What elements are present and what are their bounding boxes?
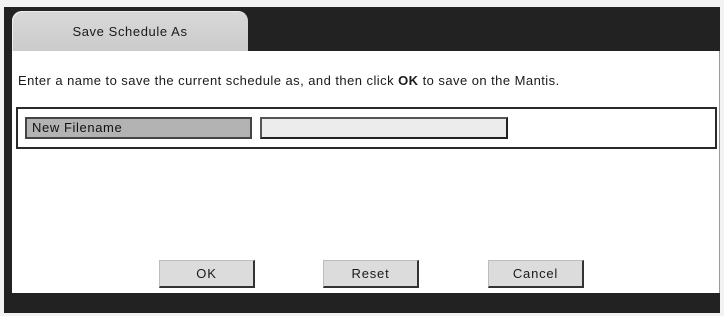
footer-bar — [4, 293, 720, 313]
dialog-frame: Save Schedule As Enter a name to save th… — [4, 7, 720, 313]
cancel-button[interactable]: Cancel — [488, 260, 584, 288]
filename-form: New Filename — [16, 107, 717, 149]
new-filename-input[interactable] — [260, 117, 508, 139]
dialog-panel: Enter a name to save the current schedul… — [12, 51, 720, 293]
instructions-before: Enter a name to save the current schedul… — [18, 73, 399, 88]
ok-button[interactable]: OK — [159, 260, 255, 288]
instructions-after: to save on the Mantis. — [418, 73, 560, 88]
tab-title: Save Schedule As — [72, 24, 188, 39]
reset-button[interactable]: Reset — [323, 260, 419, 288]
new-filename-label: New Filename — [25, 117, 252, 139]
instructions-text: Enter a name to save the current schedul… — [18, 73, 560, 88]
instructions-ok-emphasis: OK — [398, 73, 419, 88]
